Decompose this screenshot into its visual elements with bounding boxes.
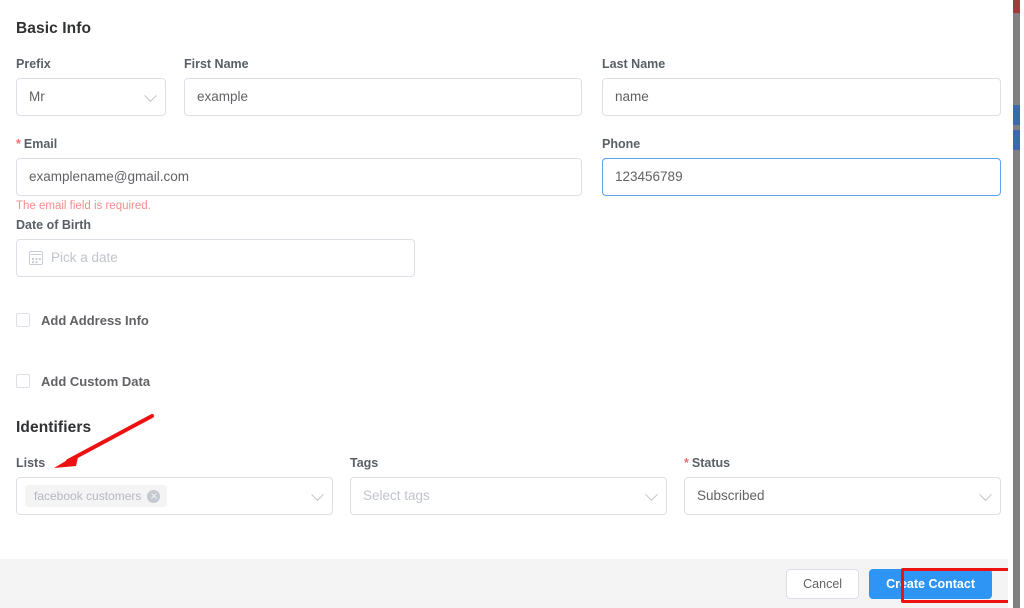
- add-address-info-label: Add Address Info: [41, 314, 149, 327]
- status-label: *Status: [684, 455, 1001, 471]
- lists-field: Lists facebook customers: [16, 455, 333, 515]
- form-body: Basic Info Prefix Mr First Name example …: [0, 0, 1008, 559]
- email-required-marker: *: [16, 137, 21, 151]
- status-select[interactable]: Subscribed: [684, 477, 1001, 515]
- lists-select[interactable]: facebook customers: [16, 477, 333, 515]
- minimap-mark-highlight-1: [1013, 105, 1020, 125]
- email-input[interactable]: examplename@gmail.com: [16, 158, 582, 196]
- chevron-down-icon: [979, 488, 992, 501]
- add-custom-data-checkbox-row[interactable]: Add Custom Data: [16, 374, 150, 388]
- date-of-birth-field: Date of Birth Pick a date: [16, 217, 415, 277]
- last-name-label: Last Name: [602, 56, 1001, 72]
- last-name-input[interactable]: name: [602, 78, 1001, 116]
- tags-placeholder: Select tags: [363, 489, 430, 503]
- close-icon[interactable]: [147, 490, 160, 503]
- first-name-label: First Name: [184, 56, 582, 72]
- phone-value: 123456789: [615, 170, 683, 184]
- email-field: *Email examplename@gmail.com The email f…: [16, 136, 582, 213]
- tags-field: Tags Select tags: [350, 455, 667, 515]
- phone-input[interactable]: 123456789: [602, 158, 1001, 196]
- prefix-field: Prefix Mr: [16, 56, 166, 116]
- lists-chip: facebook customers: [25, 485, 167, 507]
- form-footer: Cancel Create Contact: [0, 559, 1008, 608]
- lists-label: Lists: [16, 455, 333, 471]
- last-name-value: name: [615, 90, 649, 104]
- status-label-text: Status: [692, 456, 730, 470]
- first-name-value: example: [197, 90, 248, 104]
- prefix-select[interactable]: Mr: [16, 78, 166, 116]
- tags-label: Tags: [350, 455, 667, 471]
- add-custom-data-label: Add Custom Data: [41, 375, 150, 388]
- tags-select[interactable]: Select tags: [350, 477, 667, 515]
- create-contact-form-page: Basic Info Prefix Mr First Name example …: [0, 0, 1024, 608]
- add-custom-data-checkbox[interactable]: [16, 374, 30, 388]
- chevron-down-icon: [144, 89, 157, 102]
- email-value: examplename@gmail.com: [29, 170, 189, 184]
- email-error-message: The email field is required.: [16, 199, 582, 213]
- add-address-info-checkbox-row[interactable]: Add Address Info: [16, 313, 149, 327]
- prefix-label: Prefix: [16, 56, 166, 72]
- chevron-down-icon: [311, 488, 324, 501]
- email-label-text: Email: [24, 137, 57, 151]
- first-name-input[interactable]: example: [184, 78, 582, 116]
- prefix-value: Mr: [29, 90, 45, 104]
- minimap-mark-highlight-2: [1013, 130, 1020, 150]
- date-of-birth-placeholder: Pick a date: [51, 251, 118, 265]
- email-label: *Email: [16, 136, 582, 152]
- chevron-down-icon: [645, 488, 658, 501]
- add-address-info-checkbox[interactable]: [16, 313, 30, 327]
- status-value: Subscribed: [697, 489, 765, 503]
- calendar-icon: [29, 251, 43, 265]
- identifiers-heading: Identifiers: [16, 419, 91, 437]
- cancel-button[interactable]: Cancel: [786, 569, 859, 599]
- phone-label: Phone: [602, 136, 1001, 152]
- phone-field: Phone 123456789: [602, 136, 1001, 196]
- date-of-birth-label: Date of Birth: [16, 217, 415, 233]
- first-name-field: First Name example: [184, 56, 582, 116]
- create-contact-button[interactable]: Create Contact: [869, 569, 992, 599]
- date-of-birth-input[interactable]: Pick a date: [16, 239, 415, 277]
- status-required-marker: *: [684, 456, 689, 470]
- scrollbar-minimap[interactable]: [1013, 0, 1020, 608]
- lists-chip-label: facebook customers: [34, 489, 141, 503]
- minimap-mark-error: [1013, 0, 1020, 13]
- last-name-field: Last Name name: [602, 56, 1001, 116]
- status-field: *Status Subscribed: [684, 455, 1001, 515]
- basic-info-heading: Basic Info: [16, 20, 91, 38]
